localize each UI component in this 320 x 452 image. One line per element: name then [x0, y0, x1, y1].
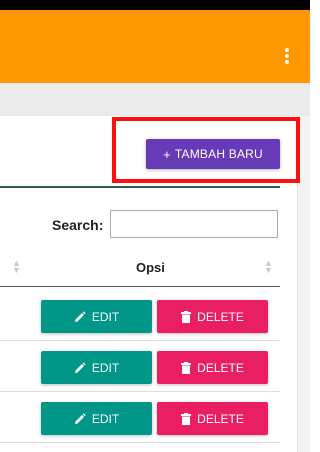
edit-label: EDIT	[91, 411, 120, 426]
pencil-icon	[74, 412, 86, 424]
status-bar	[0, 0, 310, 10]
sort-icon[interactable]: ▲ ▼	[264, 259, 273, 275]
delete-button[interactable]: DELETE	[157, 402, 268, 435]
section-divider	[0, 186, 280, 188]
trash-icon	[181, 412, 192, 425]
add-new-label: TAMBAH BARU	[174, 147, 263, 161]
search-input[interactable]	[110, 210, 278, 238]
add-new-button[interactable]: + TAMBAH BARU	[146, 139, 280, 169]
column-header-opsi[interactable]: Opsi	[136, 260, 165, 275]
table-row: EDIT DELETE	[0, 296, 280, 341]
app-bar	[0, 10, 310, 83]
table-row: EDIT DELETE	[0, 347, 280, 392]
sub-header-bar	[0, 83, 310, 116]
more-vert-icon[interactable]	[282, 40, 292, 70]
trash-icon	[181, 361, 192, 374]
edit-label: EDIT	[91, 309, 120, 324]
edit-label: EDIT	[91, 360, 120, 375]
delete-label: DELETE	[197, 309, 244, 324]
delete-button[interactable]: DELETE	[157, 351, 268, 384]
edit-button[interactable]: EDIT	[41, 351, 152, 384]
table-row: EDIT DELETE	[0, 398, 280, 443]
pencil-icon	[74, 361, 86, 373]
delete-label: DELETE	[197, 411, 244, 426]
search-label: Search:	[52, 217, 104, 233]
edit-button[interactable]: EDIT	[41, 300, 152, 333]
pencil-icon	[74, 310, 86, 322]
plus-icon: +	[163, 146, 171, 162]
edit-button[interactable]: EDIT	[41, 402, 152, 435]
delete-button[interactable]: DELETE	[157, 300, 268, 333]
table-header-row: ▲ ▼ Opsi ▲ ▼	[0, 246, 280, 287]
delete-label: DELETE	[197, 360, 244, 375]
sort-icon[interactable]: ▲ ▼	[12, 259, 21, 275]
trash-icon	[181, 310, 192, 323]
